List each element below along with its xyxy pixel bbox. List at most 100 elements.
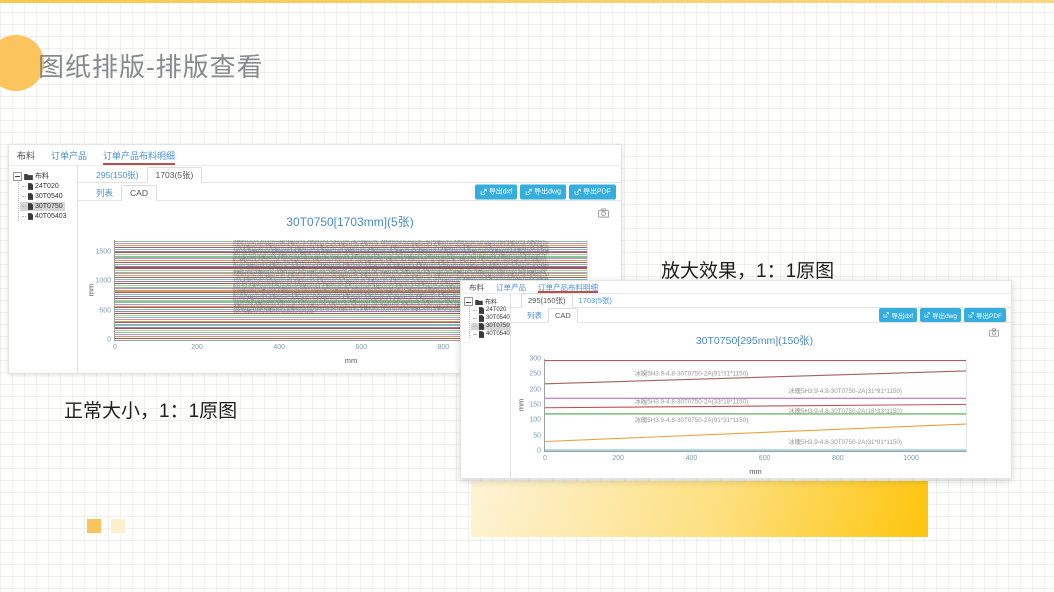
x-tick: 0 xyxy=(543,455,547,462)
export-pdf-button[interactable]: 导出PDF xyxy=(569,184,616,199)
tree-item-30T0750[interactable]: 30T0750 xyxy=(20,202,65,211)
y-axis-label: mm xyxy=(517,399,526,412)
x-tick: 0 xyxy=(113,344,117,351)
y-tick: 200 xyxy=(529,386,541,393)
export-dwg-button[interactable]: 导出dwg xyxy=(920,308,961,322)
view-tab-list[interactable]: 列表 xyxy=(521,309,548,322)
size-tabbar: 295(150张) 1703(5张) xyxy=(78,166,621,183)
y-axis-label: mm xyxy=(87,284,96,297)
export-icon xyxy=(924,312,930,318)
file-icon xyxy=(28,193,33,200)
export-icon xyxy=(525,188,532,195)
export-icon xyxy=(968,312,974,318)
x-axis-label: mm xyxy=(345,356,358,365)
zoomed-chart: 冰魄5H3.9-4.8-30T0750-2A(91*31*1150) 冰魄5H3.… xyxy=(544,359,967,452)
export-dxf-button[interactable]: 导出dxf xyxy=(879,308,917,322)
y-tick: 1000 xyxy=(95,278,111,285)
x-tick: 400 xyxy=(686,455,698,462)
y-tick: 1500 xyxy=(95,248,111,255)
small-square-decoration xyxy=(87,519,101,533)
tree-item-30T0540[interactable]: 30T0540 xyxy=(471,315,511,322)
y-tick: 250 xyxy=(529,371,541,378)
export-icon xyxy=(480,188,487,195)
tab-order-product[interactable]: 订单产品 xyxy=(496,281,526,293)
tree-item-24T020[interactable]: 24T020 xyxy=(471,307,508,314)
caption-normal-size: 正常大小，1：1原图 xyxy=(64,396,237,423)
x-tick: 1000 xyxy=(903,455,919,462)
export-dwg-button[interactable]: 导出dwg xyxy=(520,184,566,199)
file-icon xyxy=(479,323,484,330)
tree-children: 24T02030T054030T075040T05403 xyxy=(469,307,509,338)
x-axis-label: mm xyxy=(749,467,762,476)
x-tick: 800 xyxy=(438,344,450,351)
collapse-icon[interactable] xyxy=(464,297,473,306)
view-tabbar: 列表 CAD 导出dxf 导出dwg 导出PDF xyxy=(78,183,621,201)
y-tick: 100 xyxy=(529,417,541,424)
folder-icon xyxy=(475,299,483,305)
tree-item-30T0540[interactable]: 30T0540 xyxy=(20,192,65,201)
x-tick: 200 xyxy=(191,344,203,351)
size-tab-1703[interactable]: 1703(5张) xyxy=(573,294,618,307)
nav-tabbar: 布料 订单产品 订单产品布料明细 xyxy=(9,145,621,166)
export-icon xyxy=(883,312,889,318)
caption-zoom-effect: 放大效果，1：1原图 xyxy=(661,256,834,283)
tree-item-40T05403[interactable]: 40T05403 xyxy=(20,212,69,221)
size-tab-295[interactable]: 295(150张) xyxy=(88,168,147,182)
svg-text:冰魄5H3.9-4.8-30T0750-2A(31*91*1: 冰魄5H3.9-4.8-30T0750-2A(31*91*1150) xyxy=(788,386,902,395)
presentation-slide: 图纸排版-排版查看 布料 订单产品 订单产品布料明细 布料 24T02030T0… xyxy=(0,0,1054,592)
x-tick: 400 xyxy=(273,344,285,351)
export-dxf-button[interactable]: 导出dxf xyxy=(475,184,517,199)
tab-order-product[interactable]: 订单产品 xyxy=(51,145,87,165)
svg-text:冰魄5H3.9-4.8-30T0750-2A(33*18*1: 冰魄5H3.9-4.8-30T0750-2A(33*18*1150) xyxy=(635,396,749,405)
chart-title: 30T0750[295mm](150张) xyxy=(544,333,965,348)
camera-icon[interactable] xyxy=(989,324,999,342)
export-pdf-button[interactable]: 导出PDF xyxy=(964,308,1006,322)
collapse-icon[interactable] xyxy=(13,172,22,181)
view-tab-cad[interactable]: CAD xyxy=(548,308,578,323)
chart-title: 30T0750[1703mm](5张) xyxy=(114,213,586,230)
size-tab-1703[interactable]: 1703(5张) xyxy=(147,167,203,183)
export-buttons: 导出dxf 导出dwg 导出PDF xyxy=(879,308,1006,322)
tree-item-24T020[interactable]: 24T020 xyxy=(20,182,61,191)
y-tick: 0 xyxy=(537,448,541,455)
top-accent-strip xyxy=(0,0,1054,3)
fabric-tree: 布料 24T02030T054030T075040T05403 xyxy=(461,294,511,478)
view-tab-list[interactable]: 列表 xyxy=(88,186,121,200)
x-tick: 800 xyxy=(832,455,844,462)
y-tick: 500 xyxy=(99,307,111,314)
x-tick: 200 xyxy=(612,455,624,462)
tab-order-product-fabric-detail[interactable]: 订单产品布料明细 xyxy=(103,145,175,165)
tab-fabric[interactable]: 布料 xyxy=(469,281,484,293)
y-tick: 0 xyxy=(107,337,111,344)
tree-root[interactable]: 布料 xyxy=(13,171,76,181)
view-tab-cad[interactable]: CAD xyxy=(121,185,157,201)
tab-fabric[interactable]: 布料 xyxy=(17,145,35,165)
file-icon xyxy=(479,315,484,322)
export-icon xyxy=(574,188,581,195)
tab-order-product-fabric-detail[interactable]: 订单产品布料明细 xyxy=(538,281,598,293)
svg-text:冰魄5H3.9-4.8-30T0750-2A(91*31*1: 冰魄5H3.9-4.8-30T0750-2A(91*31*1150) xyxy=(635,415,749,424)
size-tab-295[interactable]: 295(150张) xyxy=(521,293,573,308)
y-tick: 50 xyxy=(533,432,541,439)
view-tabbar: 列表 CAD 导出dxf 导出dwg 导出PDF xyxy=(511,308,1011,323)
tree-root[interactable]: 布料 xyxy=(464,297,509,306)
strip-lines-svg: 冰魄5H3.9-4.8-30T0750-2A(91*31*1150) 冰魄5H3.… xyxy=(545,359,966,451)
tree-item-40T05403[interactable]: 40T05403 xyxy=(471,331,511,338)
svg-text:冰魄5H3.9-4.8-30T0750-2A(91*31*1: 冰魄5H3.9-4.8-30T0750-2A(91*31*1150) xyxy=(635,369,749,378)
bottom-gradient-bar xyxy=(471,481,928,537)
file-icon xyxy=(28,203,33,210)
svg-text:冰魄5H3.9-4.8-30T0750-2A(31*91*1: 冰魄5H3.9-4.8-30T0750-2A(31*91*1150) xyxy=(788,437,902,446)
x-tick: 600 xyxy=(759,455,771,462)
svg-text:冰魄5H3.9-4.8-30T0750-2A(18*33*1: 冰魄5H3.9-4.8-30T0750-2A(18*33*1150) xyxy=(788,406,902,415)
x-tick: 600 xyxy=(355,344,367,351)
file-icon xyxy=(479,331,484,338)
fabric-tree: 布料 24T02030T054030T075040T05403 xyxy=(9,166,78,373)
file-icon xyxy=(479,307,484,314)
panel-content: 295(150张) 1703(5张) 列表 CAD 导出dxf 导出dwg 导出… xyxy=(511,294,1011,478)
tree-root-label: 布料 xyxy=(35,171,49,181)
tree-item-30T0750[interactable]: 30T0750 xyxy=(471,323,511,330)
camera-icon[interactable] xyxy=(598,205,609,223)
file-icon xyxy=(28,183,33,190)
slide-title: 图纸排版-排版查看 xyxy=(38,47,264,84)
tree-children: 24T02030T054030T075040T05403 xyxy=(18,182,76,221)
